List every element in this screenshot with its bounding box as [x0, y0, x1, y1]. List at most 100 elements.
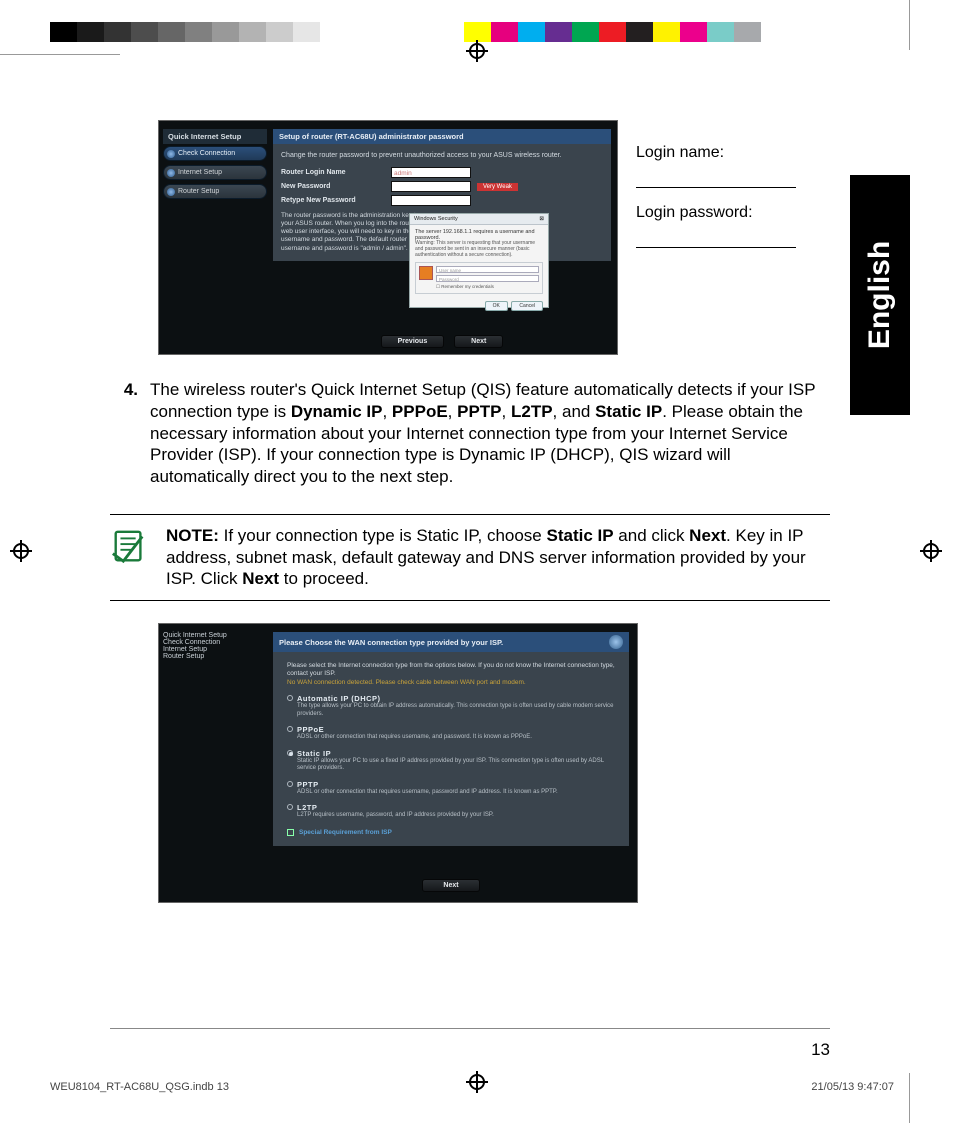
color-swatches — [437, 22, 761, 42]
option-static-ip: Static IP Static IP allows your PC to us… — [287, 749, 615, 773]
popup-username-field: User name — [436, 266, 539, 273]
panel-warning: No WAN connection detected. Please check… — [287, 679, 526, 686]
special-requirement: Special Requirement from ISP — [287, 829, 615, 836]
registration-mark-icon — [466, 1071, 488, 1093]
home-icon — [609, 635, 623, 649]
note-block: NOTE: If your connection type is Static … — [110, 514, 830, 601]
sidebar-check-connection: Check Connection — [163, 146, 267, 161]
radio-icon — [287, 750, 293, 756]
login-name-blank — [636, 166, 796, 188]
swatch — [104, 22, 131, 42]
swatch — [212, 22, 239, 42]
next-button: Next — [454, 335, 503, 348]
popup-cancel-button: Cancel — [511, 301, 543, 311]
slug-filename: WEU8104_RT-AC68U_QSG.indb 13 — [50, 1081, 229, 1093]
note-icon — [110, 527, 148, 565]
swatch — [266, 22, 293, 42]
popup-password-field: Password — [436, 275, 539, 282]
swatch — [599, 22, 626, 42]
swatch — [545, 22, 572, 42]
option-pppoe: PPPoE ADSL or other connection that requ… — [287, 725, 615, 742]
panel-intro: Please select the Internet connection ty… — [287, 662, 615, 677]
popup-warning: Warning: This server is requesting that … — [415, 241, 543, 258]
windows-security-popup: Windows Security⊠ The server 192.168.1.1… — [409, 213, 549, 308]
step-text: The wireless router's Quick Internet Set… — [150, 379, 830, 488]
option-dhcp: Automatic IP (DHCP) The type allows your… — [287, 694, 615, 718]
sidebar-internet-setup: Internet Setup — [163, 165, 267, 180]
screenshot-wan-connection: Quick Internet Setup Check Connection In… — [158, 623, 638, 903]
step-4: 4. The wireless router's Quick Internet … — [110, 379, 830, 488]
swatch — [464, 22, 491, 42]
radio-icon — [287, 726, 293, 732]
registration-mark-icon — [466, 40, 488, 62]
password-strength: Very Weak — [477, 183, 518, 191]
language-label: English — [863, 241, 897, 349]
sidebar-router-setup: Router Setup — [163, 184, 267, 199]
popup-title: Windows Security — [414, 216, 458, 222]
swatch — [158, 22, 185, 42]
swatch — [653, 22, 680, 42]
sidebar-check-connection: Check Connection — [163, 639, 267, 646]
swatch — [707, 22, 734, 42]
login-password-blank — [636, 226, 796, 248]
previous-button: Previous — [381, 335, 445, 348]
panel-title: Setup of router (RT-AC68U) administrator… — [273, 129, 611, 144]
step-number: 4. — [110, 379, 138, 488]
lock-icon — [419, 266, 433, 280]
login-password-label: Login password: — [636, 204, 830, 222]
swatch — [239, 22, 266, 42]
swatch — [491, 22, 518, 42]
label-retype-password: Retype New Password — [281, 197, 391, 204]
radio-icon — [287, 804, 293, 810]
sidebar-router-setup: Router Setup — [163, 653, 267, 660]
label-new-password: New Password — [281, 183, 391, 190]
swatch — [185, 22, 212, 42]
input-new-password — [391, 181, 471, 192]
input-retype-password — [391, 195, 471, 206]
registration-mark-icon — [10, 540, 32, 562]
trim-mark — [909, 1073, 910, 1123]
login-name-label: Login name: — [636, 144, 830, 162]
swatch — [293, 22, 320, 42]
registration-mark-icon — [920, 540, 942, 562]
panel-intro: Change the router password to prevent un… — [281, 152, 603, 159]
language-tab: English — [850, 175, 910, 415]
radio-icon — [287, 695, 293, 701]
sidebar-internet-setup: Internet Setup — [163, 646, 267, 653]
radio-icon — [287, 781, 293, 787]
panel-title: Please Choose the WAN connection type pr… — [279, 638, 503, 647]
gray-swatches — [50, 22, 347, 42]
option-pptp: PPTP ADSL or other connection that requi… — [287, 780, 615, 797]
swatch — [50, 22, 77, 42]
popup-remember: ☐ Remember my credentials — [436, 284, 539, 290]
label-login-name: Router Login Name — [281, 169, 391, 176]
swatch — [572, 22, 599, 42]
qis-sidebar-title: Quick Internet Setup — [163, 129, 267, 144]
note-text: NOTE: If your connection type is Static … — [166, 525, 830, 590]
option-l2tp: L2TP L2TP requires username, password, a… — [287, 803, 615, 820]
trim-mark — [909, 0, 910, 50]
slug-timestamp: 21/05/13 9:47:07 — [811, 1081, 894, 1093]
swatch — [437, 22, 464, 42]
trim-mark — [0, 54, 120, 55]
screenshot-admin-password: Quick Internet Setup Check Connection In… — [158, 120, 618, 355]
swatch — [518, 22, 545, 42]
swatch — [680, 22, 707, 42]
next-button: Next — [422, 879, 479, 892]
panel-paragraph: The router password is the administratio… — [281, 212, 421, 253]
page-number: 13 — [811, 1040, 830, 1060]
login-notes: Login name: Login password: — [636, 120, 830, 355]
swatch — [734, 22, 761, 42]
swatch — [320, 22, 347, 42]
checkbox-icon — [287, 829, 294, 836]
print-color-row — [0, 20, 954, 44]
popup-ok-button: OK — [485, 301, 508, 311]
input-login-name: admin — [391, 167, 471, 178]
swatch — [77, 22, 104, 42]
swatch — [626, 22, 653, 42]
page-content: Quick Internet Setup Check Connection In… — [110, 120, 830, 903]
footer-rule — [110, 1028, 830, 1029]
swatch — [131, 22, 158, 42]
qis-sidebar-title: Quick Internet Setup — [163, 632, 267, 639]
close-icon: ⊠ — [539, 216, 544, 222]
